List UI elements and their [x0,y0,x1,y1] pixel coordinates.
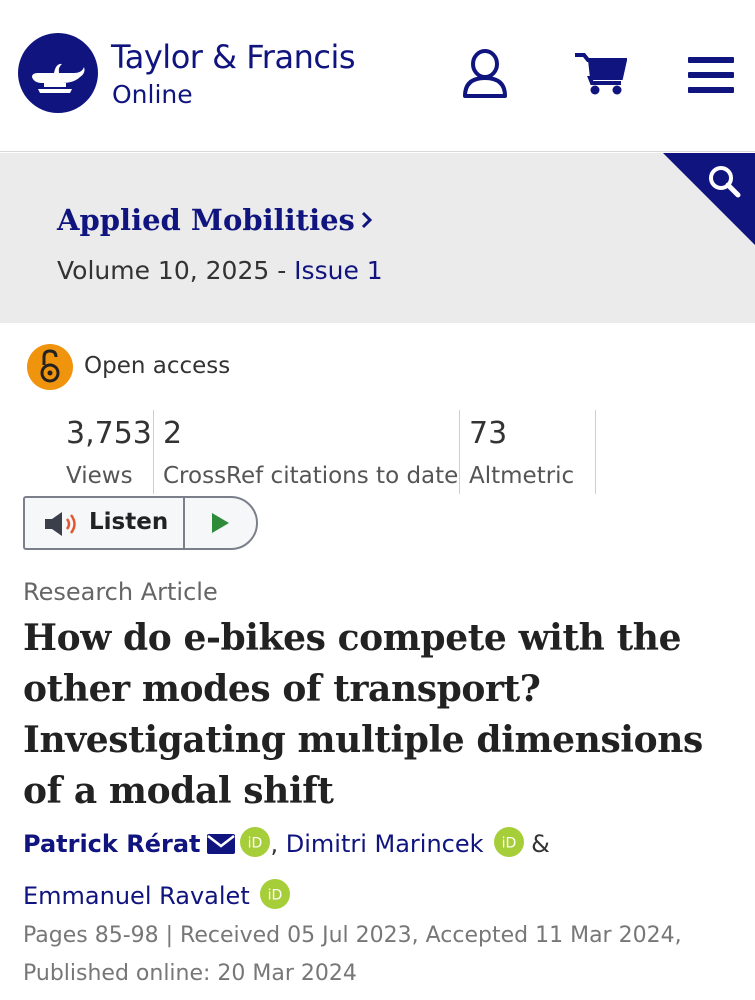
orcid-icon[interactable]: iD [493,827,524,857]
author-name[interactable]: Patrick Rérat [23,830,200,858]
author-name[interactable]: Emmanuel Ravalet [23,882,250,910]
article-title: How do e-bikes compete with the other mo… [23,617,703,812]
metric-divider [595,410,596,494]
volume-text: Volume 10, 2025 - [57,256,295,285]
menu-icon[interactable] [688,55,734,95]
metric-value: 2 [163,416,183,451]
metric-views: 3,753 Views [66,410,152,494]
metric-divider [153,410,154,494]
issue-link[interactable]: Issue 1 [294,256,383,285]
metric-label: CrossRef citations to date [163,463,459,489]
svg-text:iD: iD [501,836,516,852]
brand-title[interactable]: Taylor & Francis [111,38,356,76]
svg-text:iD: iD [267,888,282,904]
journal-banner: Applied Mobilities Volume 10, 2025 - Iss… [0,153,755,323]
metric-value: 73 [469,416,508,451]
metric-label: Altmetric [469,463,575,489]
search-icon[interactable] [663,153,755,245]
orcid-icon[interactable]: iD [240,827,271,857]
journal-name-link[interactable]: Applied Mobilities [57,203,373,237]
author-name[interactable]: Dimitri Marincek [286,830,484,858]
play-button[interactable] [187,498,256,548]
metric-label: Views [66,463,133,489]
author-separator: & [523,830,550,858]
listen-button[interactable]: Listen [25,498,185,548]
metric-value: 3,753 [66,416,152,451]
metric-citations[interactable]: 2 CrossRef citations to date [163,410,458,494]
author-entry: Dimitri Marincek iD [286,827,524,858]
cart-icon[interactable] [575,52,627,96]
envelope-icon[interactable] [206,833,236,855]
author-list: Patrick Rérat iD, Dimitri Marincek iD & Em… [23,818,743,922]
orcid-icon[interactable]: iD [259,879,290,909]
chevron-right-icon [361,211,372,229]
author-entry: Patrick Rérat iD [23,827,271,858]
listen-label: Listen [89,509,169,535]
brand-subtitle[interactable]: Online [112,80,193,109]
listen-widget: Listen [23,496,258,550]
svg-text:iD: iD [248,836,263,852]
journal-name[interactable]: Applied Mobilities [57,203,355,237]
lamp-logo-icon[interactable] [18,33,98,113]
open-lock-icon [27,344,73,390]
site-header: Taylor & Francis Online [0,0,755,152]
metric-divider [459,410,460,494]
author-entry: Emmanuel Ravalet iD [23,879,290,910]
publication-info: Pages 85-98 | Received 05 Jul 2023, Acce… [23,923,682,986]
author-separator: , [270,830,286,858]
volume-line: Volume 10, 2025 - Issue 1 [57,256,383,285]
metric-altmetric[interactable]: 73 Altmetric [469,410,594,494]
play-icon [212,513,229,533]
user-icon[interactable] [460,48,510,100]
article-type: Research Article [23,578,218,606]
speaker-icon [45,512,76,536]
open-access-label: Open access [84,353,231,379]
